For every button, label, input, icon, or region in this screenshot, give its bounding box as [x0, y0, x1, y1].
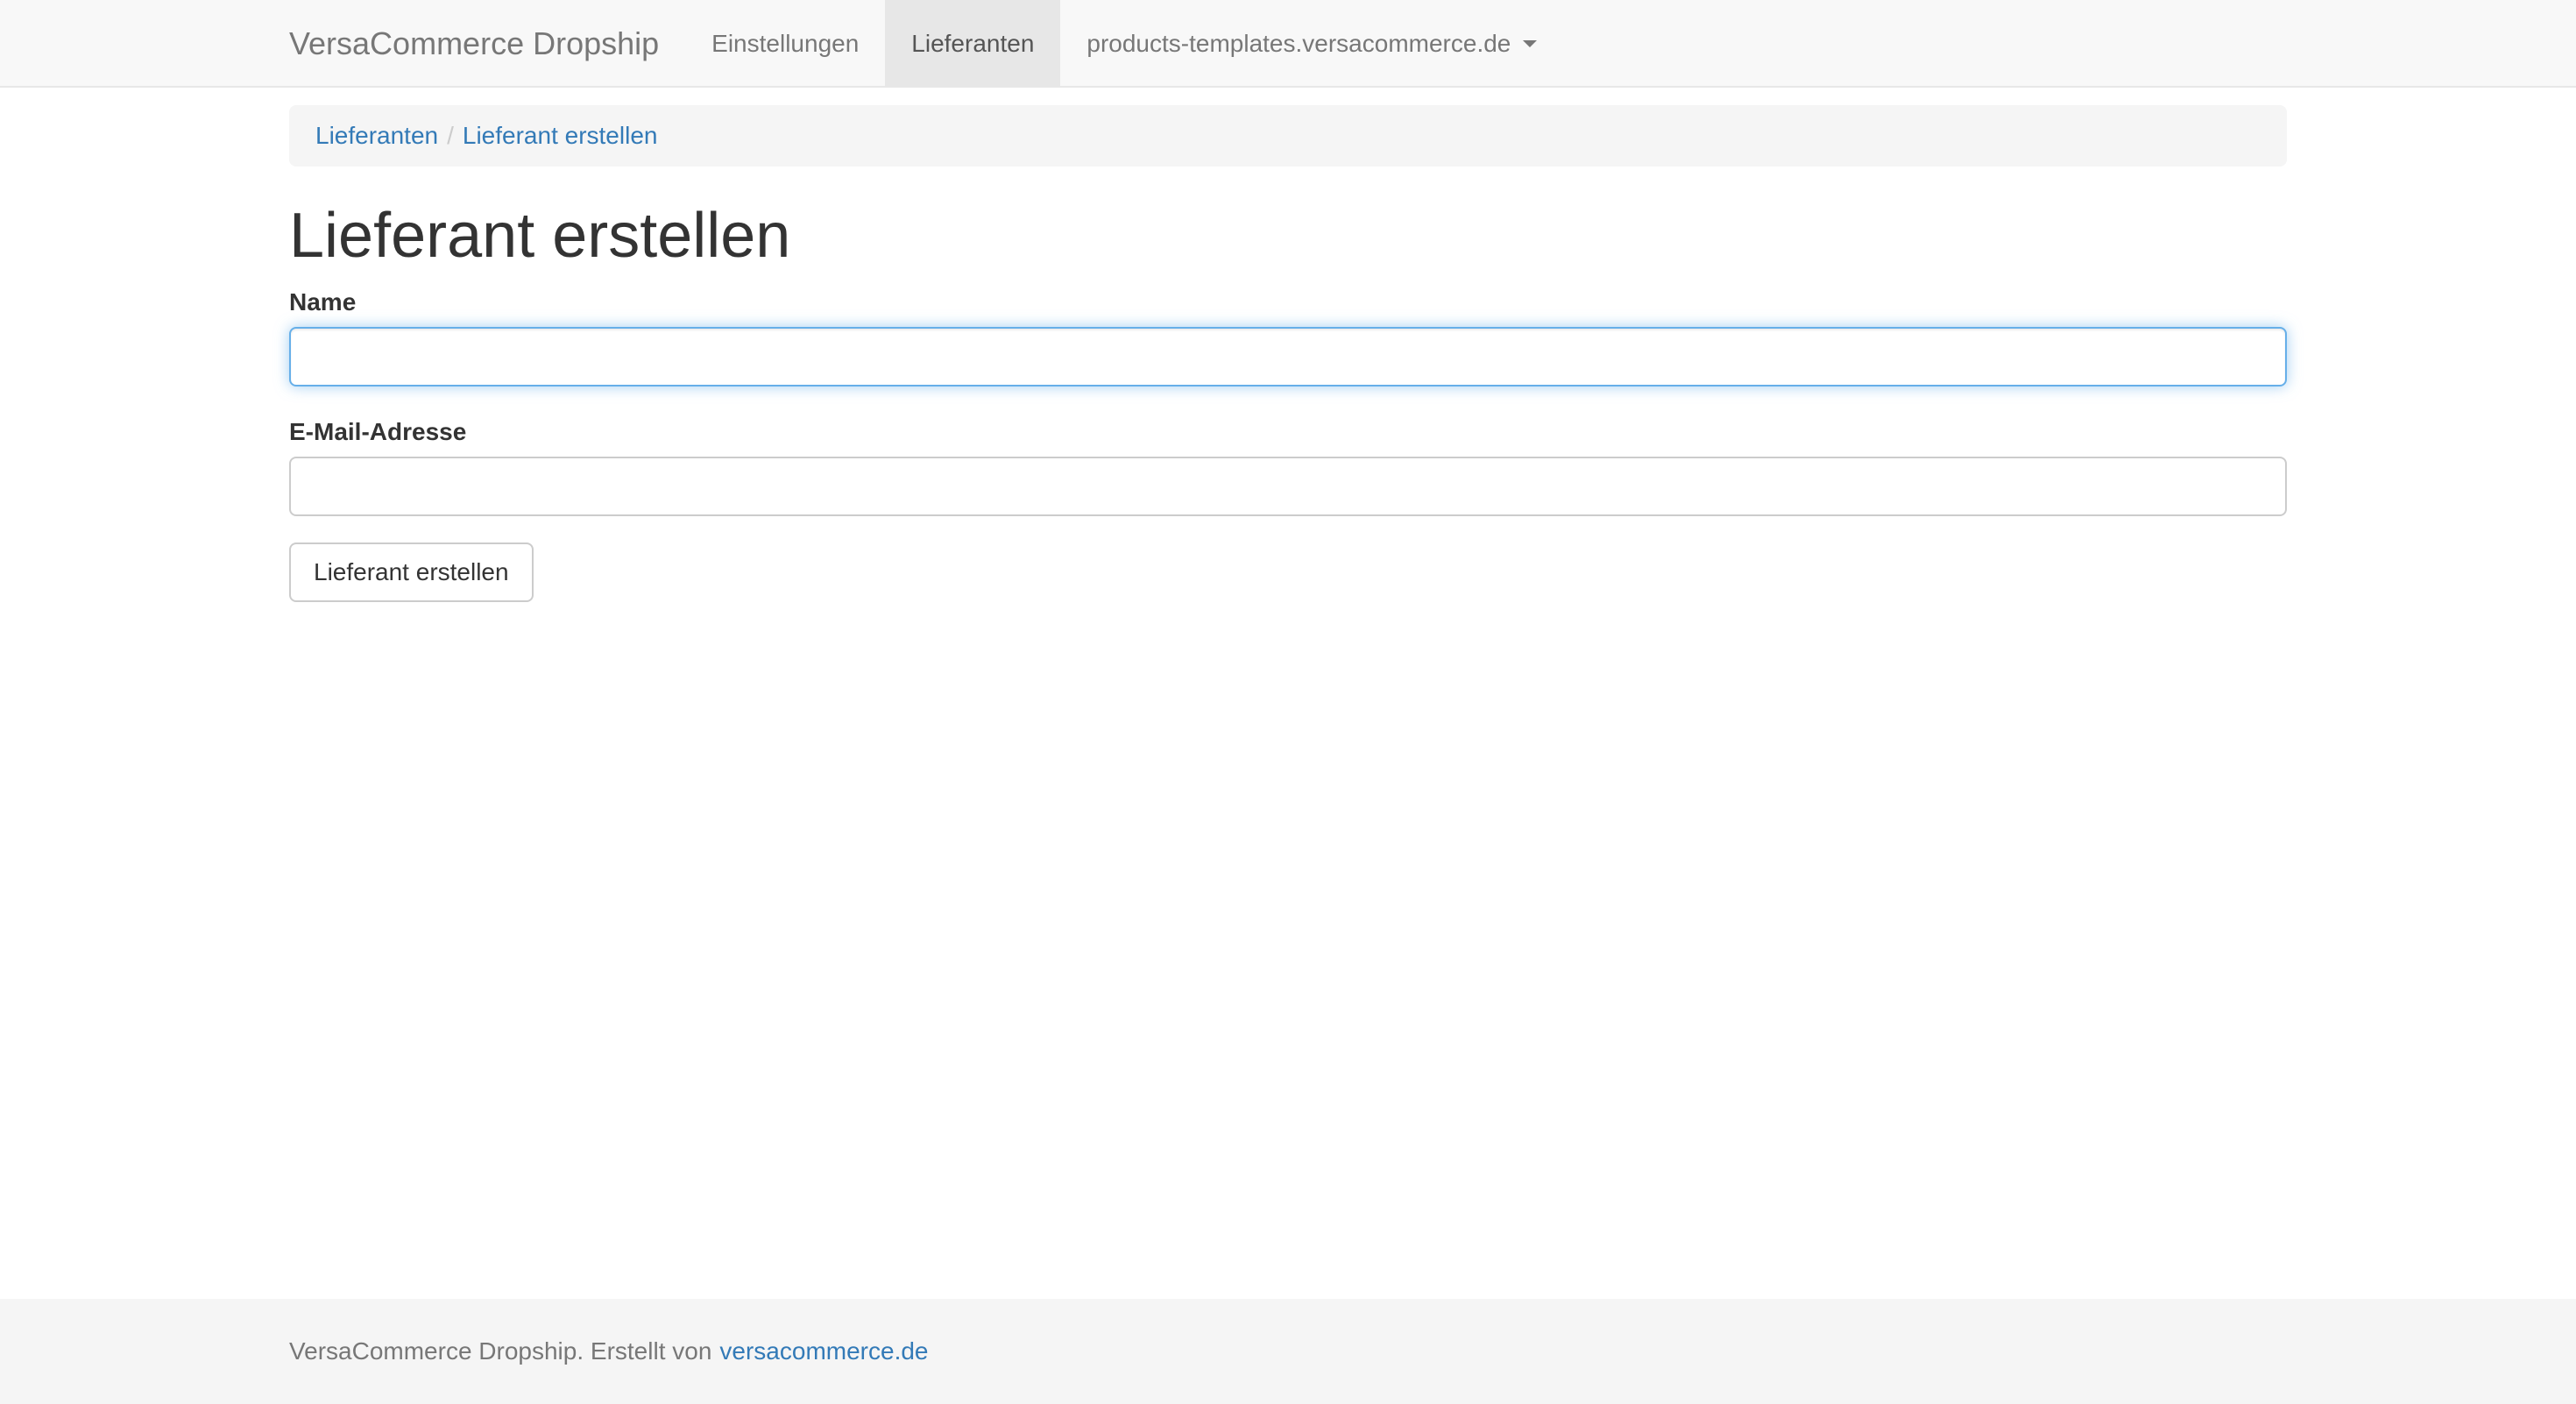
breadcrumb-separator: /: [447, 122, 454, 149]
shop-dropdown[interactable]: products-templates.versacommerce.de: [1060, 0, 1563, 88]
name-form-group: Name: [289, 288, 2287, 387]
nav-item-einstellungen[interactable]: Einstellungen: [685, 0, 885, 88]
breadcrumb-item-lieferanten[interactable]: Lieferanten: [315, 122, 438, 150]
navbar-inner: VersaCommerce Dropship Einstellungen Lie…: [263, 0, 1563, 88]
breadcrumb: Lieferanten / Lieferant erstellen: [289, 105, 2287, 167]
page: VersaCommerce Dropship Einstellungen Lie…: [0, 0, 2576, 1404]
email-label: E-Mail-Adresse: [289, 418, 467, 446]
footer: VersaCommerce Dropship. Erstellt von ver…: [0, 1299, 2576, 1404]
name-input[interactable]: [289, 327, 2287, 387]
create-supplier-button[interactable]: Lieferant erstellen: [289, 542, 534, 603]
nav-item-lieferanten[interactable]: Lieferanten: [885, 0, 1061, 88]
main-container: Lieferanten / Lieferant erstellen Liefer…: [289, 105, 2287, 603]
breadcrumb-item-lieferant-erstellen[interactable]: Lieferant erstellen: [463, 122, 658, 150]
email-input[interactable]: [289, 457, 2287, 517]
shop-dropdown-label: products-templates.versacommerce.de: [1086, 30, 1511, 57]
footer-link[interactable]: versacommerce.de: [719, 1337, 928, 1365]
top-navbar: VersaCommerce Dropship Einstellungen Lie…: [0, 0, 2576, 88]
page-title: Lieferant erstellen: [289, 201, 791, 271]
brand-link[interactable]: VersaCommerce Dropship: [263, 0, 685, 88]
email-form-group: E-Mail-Adresse: [289, 418, 2287, 517]
footer-text: VersaCommerce Dropship. Erstellt von ver…: [289, 1299, 929, 1404]
footer-credit: VersaCommerce Dropship. Erstellt von: [289, 1337, 712, 1365]
name-label: Name: [289, 288, 357, 316]
caret-down-icon: [1523, 40, 1538, 47]
create-supplier-form: Name E-Mail-Adresse Lieferant erstellen: [289, 288, 2287, 603]
